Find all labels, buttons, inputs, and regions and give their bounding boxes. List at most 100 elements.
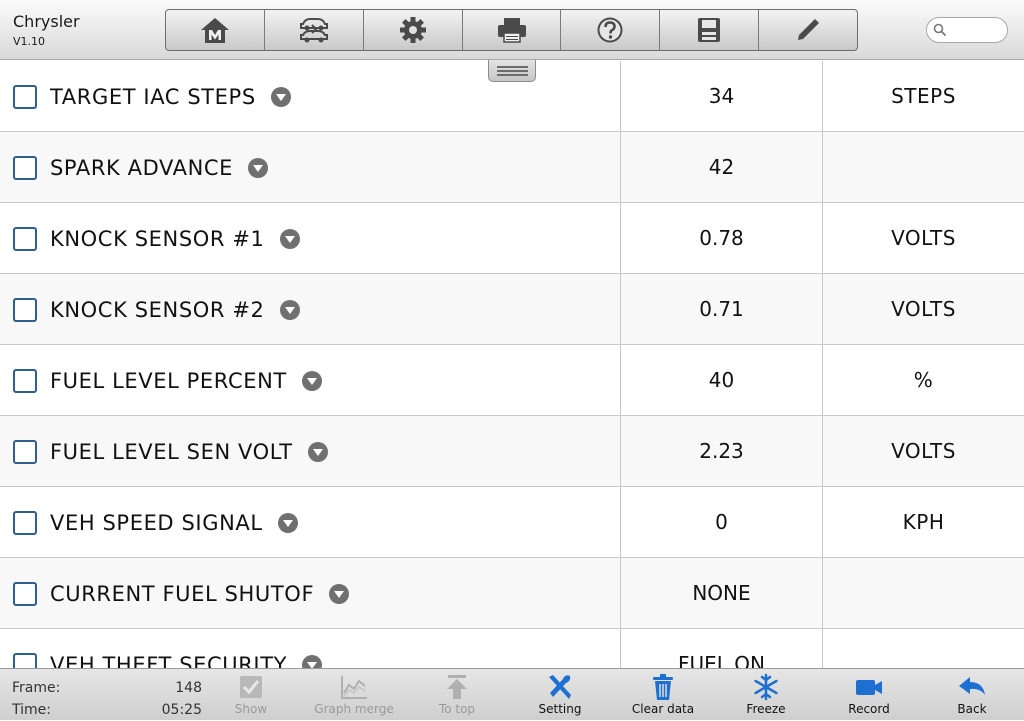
search-box[interactable]: [926, 17, 1008, 43]
dropdown-arrow-icon[interactable]: [302, 655, 323, 668]
pencil-icon: [798, 19, 820, 40]
unit-cell: STEPS: [891, 84, 956, 108]
home-button[interactable]: [166, 10, 265, 50]
dropdown-arrow-icon[interactable]: [279, 229, 300, 249]
dropdown-arrow-icon[interactable]: [277, 513, 298, 533]
dropdown-arrow-icon[interactable]: [329, 584, 350, 604]
back-arrow-icon: [959, 677, 985, 695]
toolbar-pull-handle[interactable]: [488, 60, 536, 82]
time-label: Time:: [12, 702, 51, 718]
print-button[interactable]: [463, 10, 562, 50]
wrench-screwdriver-icon: [549, 675, 571, 699]
car-swap-icon: [299, 18, 328, 43]
search-input[interactable]: [951, 21, 1003, 39]
parameter-name: KNOCK SENSOR #2: [50, 298, 265, 322]
unit-cell: [823, 132, 1024, 202]
graph-merge-icon: [341, 676, 367, 699]
show-button[interactable]: Show: [206, 673, 296, 719]
parameter-cell: VEH SPEED SIGNAL: [0, 487, 621, 557]
checkbox-icon: [240, 676, 262, 698]
frame-label: Frame:: [12, 680, 61, 696]
video-camera-icon: [856, 680, 882, 695]
home-icon: [200, 18, 229, 43]
frame-value: 148: [175, 680, 202, 696]
dropdown-arrow-icon[interactable]: [279, 300, 300, 320]
to-top-button[interactable]: To top: [412, 673, 502, 719]
row-checkbox[interactable]: [13, 582, 37, 606]
table-row: KNOCK SENSOR #2 0.71 VOLTS: [0, 274, 1024, 345]
record-label: Record: [848, 702, 890, 716]
parameter-name: TARGET IAC STEPS: [50, 85, 256, 109]
table-row: FUEL LEVEL PERCENT 40 %: [0, 345, 1024, 416]
parameter-name: VEH SPEED SIGNAL: [50, 511, 263, 535]
row-checkbox[interactable]: [13, 653, 37, 668]
record-button[interactable]: Record: [824, 673, 914, 719]
graph-merge-button[interactable]: Graph merge: [309, 673, 399, 719]
setting-button[interactable]: Setting: [515, 673, 605, 719]
value-cell: 0.71: [621, 274, 823, 344]
table-row: VEH SPEED SIGNAL 0 KPH: [0, 487, 1024, 558]
trash-icon: [653, 674, 673, 700]
settings-button[interactable]: [364, 10, 463, 50]
app-brand: Chrysler V1.10: [13, 12, 80, 49]
printer-icon: [497, 18, 526, 43]
main-toolbar: [165, 9, 858, 51]
table-row: FUEL LEVEL SEN VOLT 2.23 VOLTS: [0, 416, 1024, 487]
unit-cell: VOLTS: [891, 226, 956, 250]
unit-cell: [823, 629, 1024, 668]
dropdown-arrow-icon[interactable]: [307, 442, 328, 462]
graph-merge-label: Graph merge: [314, 702, 394, 716]
row-checkbox[interactable]: [13, 298, 37, 322]
app-version: V1.10: [13, 35, 46, 48]
unit-cell: VOLTS: [891, 297, 956, 321]
row-checkbox[interactable]: [13, 85, 37, 109]
clear-data-button[interactable]: Clear data: [618, 673, 708, 719]
value-cell: 0: [621, 487, 823, 557]
value-cell: 34: [621, 61, 823, 131]
clear-data-label: Clear data: [631, 702, 695, 716]
gear-icon: [399, 17, 426, 43]
show-label: Show: [234, 702, 268, 716]
row-checkbox[interactable]: [13, 227, 37, 251]
frame-info: Frame: 148 Time: 05:25: [12, 677, 202, 721]
app-name: Chrysler: [13, 12, 80, 31]
value-cell: 40: [621, 345, 823, 415]
value-cell: 0.78: [621, 203, 823, 273]
edit-button[interactable]: [759, 10, 857, 50]
floppy-disk-icon: [698, 18, 721, 42]
parameter-name: FUEL LEVEL SEN VOLT: [50, 440, 293, 464]
dropdown-arrow-icon[interactable]: [301, 371, 322, 391]
parameter-name: CURRENT FUEL SHUTOF: [50, 582, 315, 606]
parameter-cell: SPARK ADVANCE: [0, 132, 621, 202]
value-cell: 2.23: [621, 416, 823, 486]
back-button[interactable]: Back: [927, 673, 1017, 719]
dropdown-arrow-icon[interactable]: [248, 158, 269, 178]
dropdown-arrow-icon[interactable]: [270, 87, 291, 107]
table-row: VEH THEFT SECURITY FUEL ON: [0, 629, 1024, 668]
value-cell: 42: [621, 132, 823, 202]
unit-cell: VOLTS: [891, 439, 956, 463]
time-value: 05:25: [161, 702, 202, 718]
parameter-name: KNOCK SENSOR #1: [50, 227, 265, 251]
help-button[interactable]: [561, 10, 661, 50]
arrow-to-top-icon: [447, 675, 467, 699]
parameter-cell: VEH THEFT SECURITY: [0, 629, 621, 668]
table-row: SPARK ADVANCE 42: [0, 132, 1024, 203]
freeze-button[interactable]: Freeze: [721, 673, 811, 719]
row-checkbox[interactable]: [13, 440, 37, 464]
live-data-table: TARGET IAC STEPS 34 STEPS SPARK ADVANCE …: [0, 61, 1024, 668]
search-icon: [933, 23, 947, 37]
row-checkbox[interactable]: [13, 369, 37, 393]
save-button[interactable]: [660, 10, 760, 50]
row-checkbox[interactable]: [13, 511, 37, 535]
snowflake-icon: [754, 673, 778, 701]
parameter-cell: CURRENT FUEL SHUTOF: [0, 558, 621, 628]
table-row: KNOCK SENSOR #1 0.78 VOLTS: [0, 203, 1024, 274]
parameter-name: FUEL LEVEL PERCENT: [50, 369, 287, 393]
value-cell: NONE: [621, 558, 823, 628]
to-top-label: To top: [438, 702, 476, 716]
row-checkbox[interactable]: [13, 156, 37, 180]
vehicle-swap-button[interactable]: [265, 10, 364, 50]
parameter-cell: FUEL LEVEL PERCENT: [0, 345, 621, 415]
parameter-cell: KNOCK SENSOR #1: [0, 203, 621, 273]
